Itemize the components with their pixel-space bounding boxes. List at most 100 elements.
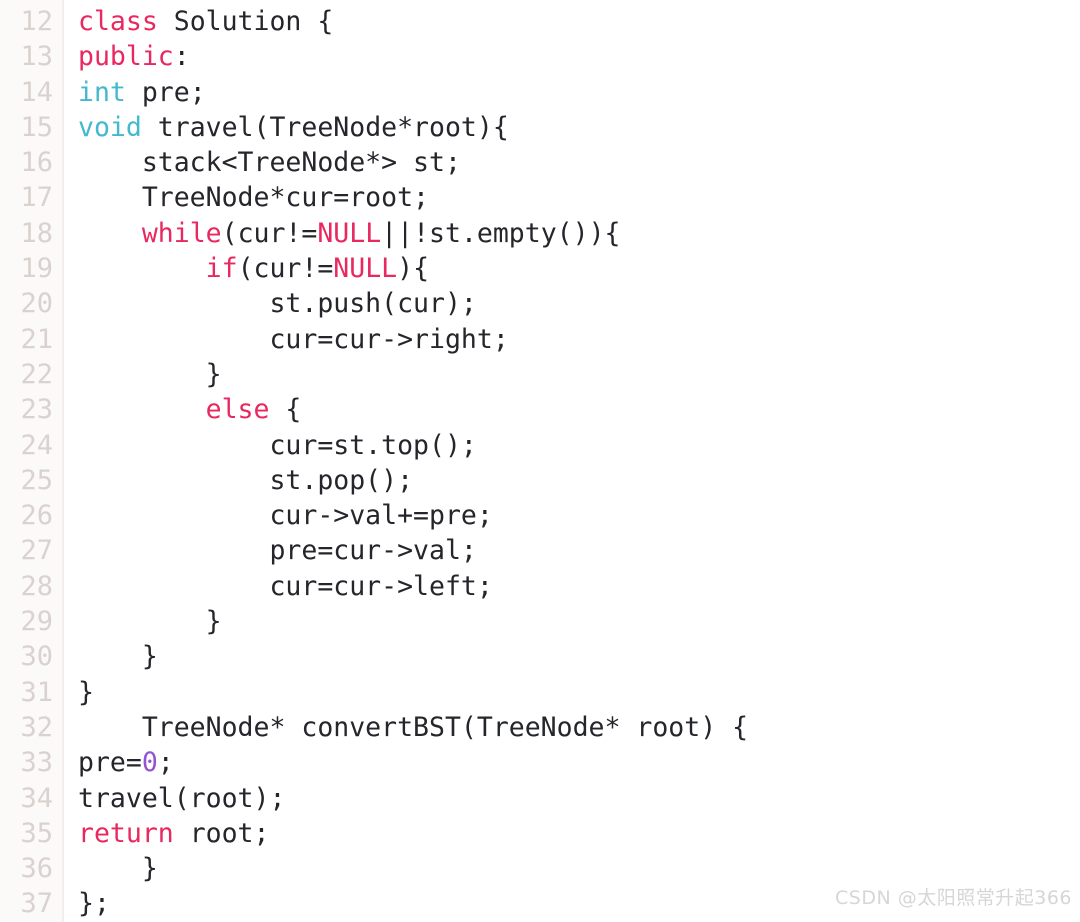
code-line-content[interactable]: pre=0; [64, 745, 1080, 780]
code-token-plain: ||!st.empty()){ [381, 217, 621, 249]
code-token-keyword: class [78, 6, 158, 37]
line-number: 22 [20, 358, 53, 390]
line-number: 32 [20, 711, 53, 743]
code-line[interactable]: 30 } [0, 639, 1080, 674]
code-line-content[interactable]: } [64, 604, 1080, 639]
code-line[interactable]: 13 public: [0, 39, 1080, 74]
code-line[interactable]: 21 cur=cur->right; [0, 322, 1080, 357]
code-line[interactable]: 23 else { [0, 392, 1080, 427]
line-number: 18 [20, 217, 53, 249]
code-line[interactable]: 16 stack<TreeNode*> st; [0, 145, 1080, 180]
line-number: 12 [20, 6, 53, 37]
code-line[interactable]: 14 int pre; [0, 75, 1080, 110]
code-token-plain: st.pop(); [78, 464, 414, 496]
code-line[interactable]: 25 st.pop(); [0, 463, 1080, 498]
code-token-plain: Solution { [157, 6, 334, 37]
code-line-content[interactable]: if(cur!=NULL){ [64, 251, 1080, 286]
code-line[interactable]: 34 travel(root); [0, 781, 1080, 816]
code-line[interactable]: 36 } [0, 851, 1080, 886]
line-number: 35 [20, 817, 53, 849]
code-line-content[interactable]: cur=cur->right; [64, 322, 1080, 357]
code-line[interactable]: 26 cur->val+=pre; [0, 498, 1080, 533]
code-token-keyword: while [141, 217, 222, 249]
code-token-plain: ){ [397, 253, 430, 285]
line-number: 34 [20, 782, 53, 814]
code-token-plain: cur->val+=pre; [78, 500, 493, 532]
code-line-content[interactable]: st.push(cur); [64, 286, 1080, 321]
code-line-content[interactable]: return root; [64, 816, 1080, 851]
line-number: 14 [20, 76, 53, 108]
line-number: 24 [20, 429, 53, 461]
code-line[interactable]: 31} [0, 675, 1080, 710]
code-line[interactable]: 24 cur=st.top(); [0, 428, 1080, 463]
code-token-plain: st.push(cur); [78, 288, 477, 320]
code-token-keyword: public [78, 41, 174, 73]
code-line-content[interactable]: public: [64, 39, 1080, 74]
code-token-plain: travel(TreeNode*root){ [141, 111, 509, 143]
code-line-content[interactable]: TreeNode*cur=root; [64, 180, 1080, 215]
line-number: 26 [20, 500, 53, 532]
code-line[interactable]: 35 return root; [0, 816, 1080, 851]
code-token-type: void [78, 111, 142, 143]
code-line[interactable]: 22 } [0, 357, 1080, 392]
line-number: 20 [20, 288, 53, 320]
code-line[interactable]: 33 pre=0; [0, 745, 1080, 780]
code-line-content[interactable]: class Solution { [64, 4, 1080, 39]
line-number: 23 [20, 394, 53, 426]
code-line[interactable]: 19 if(cur!=NULL){ [0, 251, 1080, 286]
code-token-plain: root; [173, 817, 270, 849]
line-number: 36 [20, 853, 53, 885]
code-viewer[interactable]: 12 class Solution {13 public: 14 int pre; 15 v… [0, 0, 1080, 922]
code-token-keyword: NULL [317, 217, 382, 249]
code-token-plain: TreeNode*cur=root; [78, 182, 429, 214]
code-line-content[interactable]: void travel(TreeNode*root){ [64, 110, 1080, 145]
code-line-content[interactable]: TreeNode* convertBST(TreeNode* root) { [64, 710, 1080, 745]
code-token-plain: } [78, 606, 222, 638]
code-line-content[interactable]: cur=st.top(); [64, 428, 1080, 463]
code-line-content[interactable]: cur=cur->left; [64, 569, 1080, 604]
code-line[interactable]: 15 void travel(TreeNode*root){ [0, 110, 1080, 145]
code-line-content[interactable]: } [64, 357, 1080, 392]
code-token-plain: cur=cur->right; [78, 323, 509, 355]
code-token-plain: ; [157, 747, 174, 779]
code-line-content[interactable]: int pre; [64, 75, 1080, 110]
code-line[interactable]: 18 while(cur!=NULL||!st.empty()){ [0, 216, 1080, 251]
line-number: 31 [20, 676, 53, 708]
code-line[interactable]: 12 class Solution { [0, 4, 1080, 39]
code-line-content[interactable]: travel(root); [64, 781, 1080, 816]
code-token-plain: cur=st.top(); [78, 429, 477, 461]
line-number: 29 [20, 606, 53, 638]
code-line-content[interactable]: while(cur!=NULL||!st.empty()){ [64, 216, 1080, 251]
code-line[interactable]: 20 st.push(cur); [0, 286, 1080, 321]
code-token-plain: pre; [125, 76, 206, 108]
code-line-content[interactable]: stack<TreeNode*> st; [64, 145, 1080, 180]
csdn-watermark: CSDN @太阳照常升起366 [835, 887, 1072, 909]
code-line[interactable]: 28 cur=cur->left; [0, 569, 1080, 604]
code-token-plain: : [173, 41, 190, 73]
code-line-content[interactable]: st.pop(); [64, 463, 1080, 498]
code-line[interactable]: 17 TreeNode*cur=root; [0, 180, 1080, 215]
code-line[interactable]: 29 } [0, 604, 1080, 639]
code-token-plain: { [269, 394, 302, 426]
code-line-content[interactable]: } [64, 639, 1080, 674]
code-token-plain: } [78, 641, 158, 673]
line-number: 33 [20, 747, 53, 779]
code-token-plain: TreeNode* convertBST(TreeNode* root) { [78, 711, 749, 743]
code-token-keyword: else [205, 394, 270, 426]
code-line-content[interactable]: cur->val+=pre; [64, 498, 1080, 533]
code-token-plain: travel(root); [78, 782, 286, 814]
code-line-content[interactable]: pre=cur->val; [64, 533, 1080, 568]
code-line-content[interactable]: } [64, 675, 1080, 710]
code-line-content[interactable]: } [64, 851, 1080, 886]
code-line-list[interactable]: 12 class Solution {13 public: 14 int pre; 15 v… [0, 0, 1080, 922]
line-number: 15 [20, 111, 53, 143]
code-line[interactable]: 32 TreeNode* convertBST(TreeNode* root) … [0, 710, 1080, 745]
code-line-content[interactable]: else { [64, 392, 1080, 427]
code-token-keyword: return [78, 817, 174, 849]
line-number: 16 [20, 147, 53, 179]
line-number: 17 [20, 182, 53, 214]
code-token-plain: pre= [78, 747, 142, 779]
code-line[interactable]: 27 pre=cur->val; [0, 533, 1080, 568]
